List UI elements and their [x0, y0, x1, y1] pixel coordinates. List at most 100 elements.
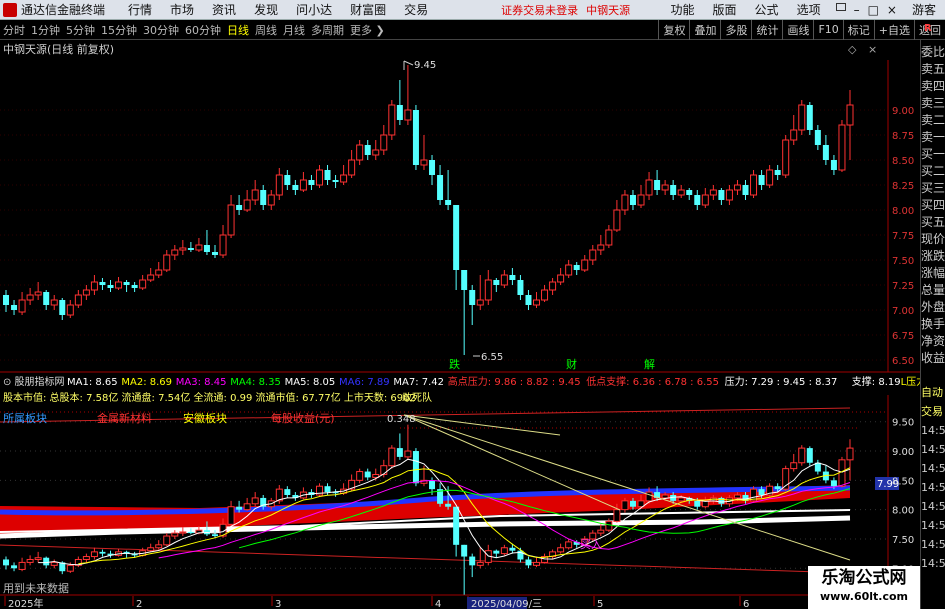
candle [412, 105, 419, 170]
period-tab-1min[interactable]: 1分钟 [28, 22, 63, 38]
ma-value: MA3: 8.45 [176, 377, 227, 388]
price-tick-label: 7.00 [892, 306, 914, 317]
maximize-icon[interactable]: □ [868, 3, 879, 17]
minimize-icon[interactable]: – [854, 3, 860, 17]
mark-button[interactable]: 标记 [842, 19, 874, 40]
period-tab-5min[interactable]: 5分钟 [63, 22, 98, 38]
side-r-label[interactable]: R [924, 22, 932, 36]
period-tab-weekly[interactable]: 周线 [252, 22, 280, 38]
ma-value: 支撑: 8.19 [852, 375, 901, 388]
team-label: 敢死队 [402, 391, 432, 404]
side-quote-label: 外盘 [921, 300, 945, 314]
indicator-candle [750, 486, 758, 503]
menu-item-hq[interactable]: 行情 [119, 1, 161, 18]
f10-button[interactable]: F10 [813, 19, 842, 40]
window-controls: – □ × [830, 2, 903, 17]
side-quote-label: 买二 [921, 164, 945, 178]
menu-item-market[interactable]: 市场 [161, 1, 203, 18]
side-quote-label: 买三 [921, 181, 945, 195]
tick-time: 14:56 [921, 519, 945, 532]
close-icon[interactable]: × [887, 3, 897, 17]
ma-value: 高点压力: 9.86 : 8.82 : 9.45 [448, 375, 581, 388]
period-toolbar: 分时 1分钟 5分钟 15分钟 30分钟 60分钟 日线 周线 月线 多周期 更… [0, 19, 945, 40]
sector-metal-label: 金属新材料 [97, 411, 152, 425]
time-label: 2 [136, 599, 142, 609]
stats-button[interactable]: 统计 [751, 19, 782, 40]
side-quote-label: 收益 [921, 351, 945, 365]
window-icon[interactable] [835, 2, 846, 11]
watermark-url: www.60lt.com [819, 590, 909, 603]
close-chart-icon[interactable]: × [868, 43, 877, 56]
candle [798, 100, 806, 135]
marker-finance[interactable]: 财 [566, 357, 577, 371]
menu-layout[interactable]: 版面 [704, 1, 746, 18]
marker-unlock[interactable]: 解 [644, 357, 655, 371]
draw-line-button[interactable]: 画线 [782, 19, 813, 40]
watermark-badge: 乐淘公式网 www.60lt.com [808, 566, 920, 609]
side-quote-label: 净资 [921, 334, 945, 348]
low-price-label: 6.55 [481, 352, 503, 363]
period-tab-monthly[interactable]: 月线 [280, 22, 308, 38]
guest-label[interactable]: 游客 [903, 1, 945, 18]
price-tick-label: 9.00 [892, 106, 914, 117]
eps-label: 每股收益(元) [271, 411, 335, 425]
menu-item-ask[interactable]: 问小达 [287, 1, 341, 18]
period-tab-30min[interactable]: 30分钟 [140, 22, 182, 38]
indicator-tick-label: 7.50 [892, 535, 914, 546]
menu-item-discover[interactable]: 发现 [245, 1, 287, 18]
period-tab-daily[interactable]: 日线 [224, 22, 252, 38]
buy-signal-label: 买入 [580, 538, 602, 551]
watermark-title: 乐淘公式网 [821, 568, 907, 588]
period-tab-15min[interactable]: 15分钟 [98, 22, 140, 38]
overlay-button[interactable]: 叠加 [689, 19, 720, 40]
adjust-button[interactable]: 复权 [658, 19, 689, 40]
price-tick-label: 6.50 [892, 356, 914, 367]
side-quote-label: 总量 [921, 283, 945, 297]
indicator-tick-label: 8.50 [892, 476, 914, 487]
side-quote-label: 委比 [921, 45, 945, 59]
menu-item-trade[interactable]: 交易 [395, 1, 437, 18]
indicator-tick-label: 8.00 [892, 506, 914, 517]
marker-fall[interactable]: 跌 [449, 357, 460, 371]
period-tab-multi[interactable]: 多周期 [308, 22, 347, 38]
chart-title: 中钢天源(日线 前复权) [3, 42, 114, 56]
ma-value: MA5: 8.05 [285, 377, 336, 388]
period-tab-timeshare[interactable]: 分时 [0, 22, 28, 38]
candle [782, 135, 790, 178]
menu-stock-name: 中钢天源 [586, 3, 631, 17]
menu-item-news[interactable]: 资讯 [203, 1, 245, 18]
period-tab-more[interactable]: 更多 ❯ [347, 22, 388, 38]
price-tick-label: 7.25 [892, 281, 914, 292]
indicator-tick-label: 9.50 [892, 418, 914, 429]
side-trade-label[interactable]: 交易 [921, 402, 945, 421]
side-trade-label[interactable]: 自动 [921, 383, 945, 402]
candle [838, 120, 846, 172]
period-tab-60min[interactable]: 60分钟 [182, 22, 224, 38]
add-watchlist-button[interactable]: +自选 [873, 19, 914, 40]
indicator-header: ⊙ 股朋指标网 MA1: 8.65 MA2: 8.69 MA3: 8.45 MA4: 8… [3, 375, 920, 388]
time-label: 3 [275, 599, 281, 609]
multi-stock-button[interactable]: 多股 [720, 19, 751, 40]
menu-function[interactable]: 功能 [662, 1, 704, 18]
menu-formula[interactable]: 公式 [746, 1, 788, 18]
side-quote-label: 换手 [921, 317, 945, 331]
ma-value: MA4: 8.35 [230, 377, 281, 388]
candle [388, 100, 396, 140]
settings-icon[interactable]: ◇ [848, 43, 857, 56]
side-quote-label: 卖一 [921, 130, 945, 144]
side-quote-label: 卖四 [921, 79, 945, 93]
indicator-candle [388, 445, 396, 469]
login-notice[interactable]: 证券交易未登录 [497, 2, 582, 18]
time-label: 4 [435, 599, 441, 609]
tick-time: 14:56 [921, 462, 945, 475]
side-quote-label: 卖二 [921, 113, 945, 127]
side-quote-label: 卖五 [921, 62, 945, 76]
time-label: 6 [743, 599, 749, 609]
high-price-label: 9.45 [414, 60, 436, 71]
price-tick-label: 8.25 [892, 181, 914, 192]
indicator-candle [412, 448, 419, 487]
menu-options[interactable]: 选项 [788, 1, 830, 18]
menu-item-wealth[interactable]: 财富圈 [341, 1, 395, 18]
kline-chart[interactable]: 中钢天源(日线 前复权) ◇ × 9.45 6.55 跌 财 解 9.00 8.7… [0, 40, 920, 609]
side-quote-label: 现价 [921, 232, 945, 246]
